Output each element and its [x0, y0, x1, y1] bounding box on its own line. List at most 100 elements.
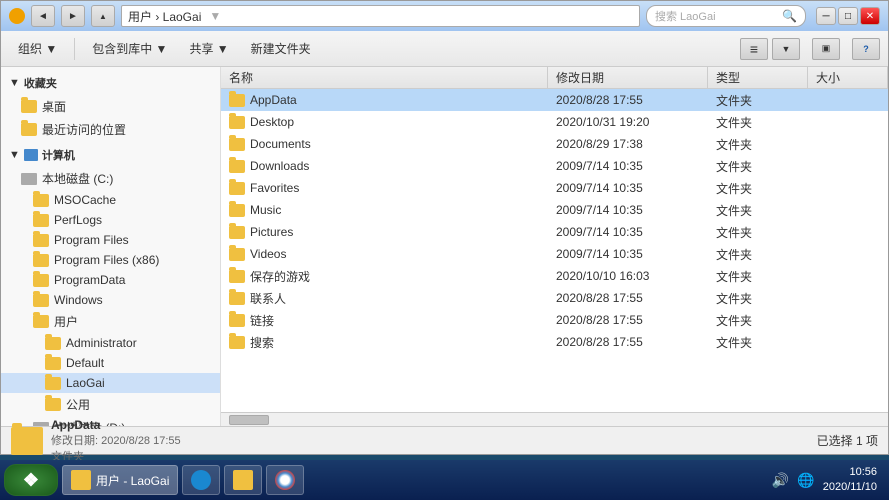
h-scroll-thumb[interactable] — [229, 415, 269, 425]
file-type: 文件夹 — [708, 246, 808, 263]
taskbar-explorer-icon — [71, 470, 91, 490]
tray-icon-2: 🌐 — [797, 472, 814, 489]
taskbar-item-explorer[interactable]: 用户 - LaoGai — [62, 465, 178, 495]
close-button[interactable]: ✕ — [860, 7, 880, 25]
file-type: 文件夹 — [708, 136, 808, 153]
file-date: 2009/7/14 10:35 — [548, 181, 708, 195]
views-dropdown[interactable]: ▼ — [772, 38, 800, 60]
window-controls: ─ □ ✕ — [816, 7, 880, 25]
sidebar-item-windows[interactable]: Windows — [1, 290, 220, 310]
file-date: 2020/8/29 17:38 — [548, 137, 708, 151]
folder-icon — [229, 116, 245, 129]
sidebar-item-recent[interactable]: 最近访问的位置 — [1, 118, 220, 141]
computer-header[interactable]: ▼ 计算机 — [1, 143, 220, 167]
table-row[interactable]: Favorites2009/7/14 10:35文件夹 — [221, 177, 888, 199]
preview-name: AppData — [51, 418, 181, 432]
table-row[interactable]: Downloads2009/7/14 10:35文件夹 — [221, 155, 888, 177]
table-row[interactable]: Documents2020/8/29 17:38文件夹 — [221, 133, 888, 155]
clock-date: 2020/11/10 — [823, 480, 877, 495]
table-row[interactable]: Pictures2009/7/14 10:35文件夹 — [221, 221, 888, 243]
sidebar-item-administrator[interactable]: Administrator — [1, 333, 220, 353]
file-name: Pictures — [221, 225, 548, 239]
share-button[interactable]: 共享 ▼ — [180, 35, 237, 63]
sidebar-item-laogai[interactable]: LaoGai — [1, 373, 220, 393]
sys-tray: 🔊 🌐 10:56 2020/11/10 — [764, 465, 885, 496]
file-date: 2020/8/28 17:55 — [548, 291, 708, 305]
folder-icon — [229, 314, 245, 327]
statusbar: AppData 修改日期: 2020/8/28 17:55 文件夹 已选择 1 … — [1, 426, 888, 454]
preview-date: 修改日期: 2020/8/28 17:55 — [51, 432, 181, 448]
taskbar-item-ie[interactable] — [182, 465, 220, 495]
file-type: 文件夹 — [708, 180, 808, 197]
col-header-name[interactable]: 名称 — [221, 67, 548, 88]
col-header-type[interactable]: 类型 — [708, 67, 808, 88]
sidebar-item-public[interactable]: 公用 — [1, 393, 220, 416]
address-bar[interactable]: 用户 › LaoGai ▼ — [121, 5, 640, 27]
col-header-date[interactable]: 修改日期 — [548, 67, 708, 88]
sidebar-item-default[interactable]: Default — [1, 353, 220, 373]
taskbar-item-chrome[interactable] — [266, 465, 304, 495]
table-row[interactable]: Music2009/7/14 10:35文件夹 — [221, 199, 888, 221]
minimize-button[interactable]: ─ — [816, 7, 836, 25]
new-folder-button[interactable]: 新建文件夹 — [242, 35, 320, 63]
table-row[interactable]: AppData2020/8/28 17:55文件夹 — [221, 89, 888, 111]
file-type: 文件夹 — [708, 334, 808, 351]
back-button[interactable]: ◄ — [31, 5, 55, 27]
favorites-header[interactable]: ▼ 收藏夹 — [1, 71, 220, 95]
up-button[interactable]: ▲ — [91, 5, 115, 27]
col-header-size[interactable]: 大小 — [808, 67, 888, 88]
folder-icon — [229, 270, 245, 283]
folder-icon — [33, 194, 49, 207]
file-name: 链接 — [221, 312, 548, 329]
file-type: 文件夹 — [708, 268, 808, 285]
sidebar-item-desktop[interactable]: 桌面 — [1, 95, 220, 118]
preview-folder-icon — [11, 427, 43, 455]
favorites-section: ▼ 收藏夹 桌面 最近访问的位置 — [1, 71, 220, 141]
file-name: Downloads — [221, 159, 548, 173]
folder-icon — [45, 357, 61, 370]
sidebar-item-programdata[interactable]: ProgramData — [1, 270, 220, 290]
forward-button[interactable]: ► — [61, 5, 85, 27]
sidebar-item-users[interactable]: 用户 — [1, 310, 220, 333]
views-button[interactable]: ≡ — [740, 38, 768, 60]
table-row[interactable]: Desktop2020/10/31 19:20文件夹 — [221, 111, 888, 133]
include-library-button[interactable]: 包含到库中 ▼ — [83, 35, 176, 63]
toolbar: 组织 ▼ 包含到库中 ▼ 共享 ▼ 新建文件夹 ≡ ▼ ▣ ? — [1, 31, 888, 67]
sidebar-item-programfiles[interactable]: Program Files — [1, 230, 220, 250]
folder-icon — [229, 336, 245, 349]
table-row[interactable]: 搜索2020/8/28 17:55文件夹 — [221, 331, 888, 353]
horizontal-scrollbar[interactable] — [221, 412, 888, 426]
titlebar: ◄ ► ▲ 用户 › LaoGai ▼ 搜索 LaoGai 🔍 ─ □ ✕ — [1, 1, 888, 31]
file-name: 搜索 — [221, 334, 548, 351]
table-row[interactable]: 保存的游戏2020/10/10 16:03文件夹 — [221, 265, 888, 287]
sidebar-item-perflogs[interactable]: PerfLogs — [1, 210, 220, 230]
search-bar[interactable]: 搜索 LaoGai 🔍 — [646, 5, 806, 27]
file-name: 联系人 — [221, 290, 548, 307]
folder-icon — [229, 94, 245, 107]
taskbar-folder-icon — [233, 470, 253, 490]
table-row[interactable]: Videos2009/7/14 10:35文件夹 — [221, 243, 888, 265]
table-row[interactable]: 联系人2020/8/28 17:55文件夹 — [221, 287, 888, 309]
search-placeholder: 搜索 LaoGai — [655, 8, 716, 24]
sidebar-item-msocache[interactable]: MSOCache — [1, 190, 220, 210]
folder-icon — [33, 234, 49, 247]
taskbar-item-folder[interactable] — [224, 465, 262, 495]
taskbar-ie-icon — [191, 470, 211, 490]
folder-icon — [45, 377, 61, 390]
file-name: Documents — [221, 137, 548, 151]
file-list[interactable]: AppData2020/8/28 17:55文件夹Desktop2020/10/… — [221, 89, 888, 412]
sidebar-item-programfiles-x86[interactable]: Program Files (x86) — [1, 250, 220, 270]
preview-info: AppData 修改日期: 2020/8/28 17:55 文件夹 — [51, 418, 181, 464]
start-button[interactable]: ❖ — [4, 464, 58, 496]
file-date: 2009/7/14 10:35 — [548, 225, 708, 239]
folder-icon — [21, 100, 37, 113]
organize-button[interactable]: 组织 ▼ — [9, 35, 66, 63]
table-row[interactable]: 链接2020/8/28 17:55文件夹 — [221, 309, 888, 331]
preview-pane-button[interactable]: ▣ — [812, 38, 840, 60]
sidebar-item-local-c[interactable]: 本地磁盘 (C:) — [1, 167, 220, 190]
help-button[interactable]: ? — [852, 38, 880, 60]
status-text: 已选择 1 项 — [817, 432, 878, 449]
folder-icon — [229, 138, 245, 151]
file-header: 名称 修改日期 类型 大小 — [221, 67, 888, 89]
maximize-button[interactable]: □ — [838, 7, 858, 25]
